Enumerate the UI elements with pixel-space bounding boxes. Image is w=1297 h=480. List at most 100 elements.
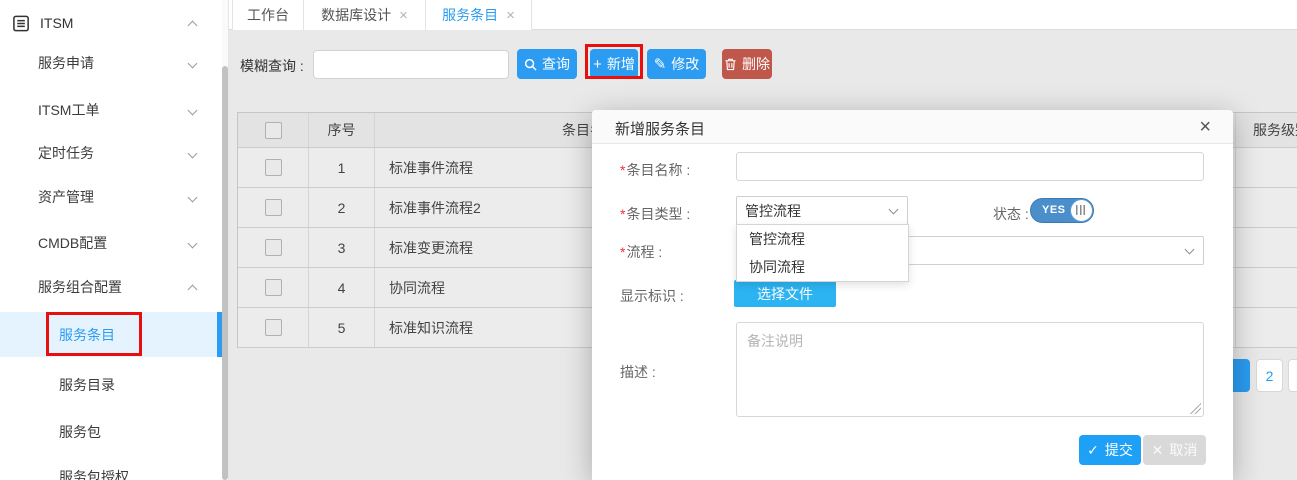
sidebar-item-asset-mgmt[interactable]: 资产管理 <box>0 182 222 212</box>
sidebar-item-label: CMDB配置 <box>38 233 189 253</box>
row-checkbox-cell <box>238 228 309 267</box>
submit-button[interactable]: ✓ 提交 <box>1079 435 1141 465</box>
sidebar: ITSM 服务申请 ITSM工单 定时任务 资产管理 CMDB配置 服务组合配置 <box>0 0 229 480</box>
select-all-checkbox[interactable] <box>265 122 282 139</box>
choose-file-button[interactable]: 选择文件 <box>734 280 836 307</box>
row-service-level <box>1236 268 1297 307</box>
dropdown-option-collab-flow[interactable]: 协同流程 <box>737 253 908 281</box>
check-icon: ✓ <box>1087 442 1099 459</box>
entry-type-dropdown: 管控流程 协同流程 <box>736 224 909 282</box>
dropdown-option-control-flow[interactable]: 管控流程 <box>737 225 908 253</box>
fuzzy-query-input[interactable] <box>313 50 509 79</box>
entry-name-input[interactable] <box>736 152 1204 181</box>
row-checkbox[interactable] <box>265 279 282 296</box>
modal-header: 新增服务条目 × <box>592 110 1233 144</box>
query-button[interactable]: 查询 <box>517 49 577 79</box>
chevron-down-icon <box>188 148 198 158</box>
row-checkbox-cell <box>238 268 309 307</box>
sidebar-item-service-package[interactable]: 服务包 <box>0 417 222 447</box>
chevron-down-icon <box>1185 245 1195 255</box>
chevron-up-icon <box>188 285 198 295</box>
sidebar-item-cmdb-config[interactable]: CMDB配置 <box>0 228 222 258</box>
chevron-down-icon <box>188 105 198 115</box>
pagination-page-2[interactable]: 2 <box>1256 359 1283 392</box>
tab-label: 工作台 <box>247 5 289 25</box>
sidebar-item-label: 服务条目 <box>59 325 222 345</box>
sidebar-scrollbar-thumb[interactable] <box>222 66 228 480</box>
tab-database-design[interactable]: 数据库设计 × <box>304 0 426 30</box>
chevron-down-icon <box>889 205 899 215</box>
row-service-level <box>1236 188 1297 227</box>
menu-list-icon <box>12 14 31 33</box>
sidebar-item-service-entry[interactable]: 服务条目 <box>0 320 222 350</box>
sidebar-item-label: 服务申请 <box>38 53 189 73</box>
add-service-entry-modal: 新增服务条目 × *条目名称 : *条目类型 : 管控流程 状态 : YES *… <box>592 110 1233 480</box>
fuzzy-query-label: 模糊查询 : <box>240 56 304 76</box>
row-checkbox-cell <box>238 148 309 187</box>
row-index: 3 <box>309 228 375 267</box>
edit-button[interactable]: ✎ 修改 <box>647 49 706 79</box>
entry-name-label: *条目名称 : <box>620 160 690 180</box>
trash-icon <box>724 57 737 71</box>
row-checkbox[interactable] <box>265 319 282 336</box>
entry-type-label: *条目类型 : <box>620 204 690 224</box>
tab-label: 服务条目 <box>442 5 498 25</box>
description-textarea[interactable] <box>736 322 1204 417</box>
status-label: 状态 : <box>993 204 1029 224</box>
sidebar-item-label: 资产管理 <box>38 187 189 207</box>
description-label: 描述 : <box>620 362 656 382</box>
row-checkbox-cell <box>238 188 309 227</box>
row-index: 4 <box>309 268 375 307</box>
row-checkbox[interactable] <box>265 199 282 216</box>
sidebar-item-service-package-auth[interactable]: 服务包授权 <box>0 462 222 480</box>
pencil-icon: ✎ <box>654 57 667 72</box>
tab-workbench[interactable]: 工作台 <box>232 0 304 30</box>
chevron-down-icon <box>188 58 198 68</box>
sidebar-item-itsm-ticket[interactable]: ITSM工单 <box>0 95 222 125</box>
x-icon: ✕ <box>1152 442 1164 459</box>
display-icon-label: 显示标识 : <box>620 286 684 306</box>
sidebar-item-service-request[interactable]: 服务申请 <box>0 48 222 78</box>
row-index: 5 <box>309 308 375 347</box>
plus-icon: + <box>593 57 602 72</box>
chevron-up-icon <box>188 21 198 31</box>
tab-service-entry[interactable]: 服务条目 × <box>426 0 532 30</box>
textarea-resize-grip[interactable] <box>1190 403 1201 414</box>
delete-button[interactable]: 删除 <box>722 49 772 79</box>
row-service-level <box>1236 148 1297 187</box>
tabbar: 工作台 数据库设计 × 服务条目 × <box>229 0 1297 30</box>
tab-label: 数据库设计 <box>321 5 391 25</box>
row-checkbox-cell <box>238 308 309 347</box>
sidebar-item-label: 服务包授权 <box>59 467 222 480</box>
header-checkbox-cell <box>238 113 309 147</box>
sidebar-item-scheduled-task[interactable]: 定时任务 <box>0 138 222 168</box>
tab-close-icon[interactable]: × <box>399 8 408 23</box>
tab-close-icon[interactable]: × <box>506 8 515 23</box>
row-checkbox[interactable] <box>265 239 282 256</box>
row-checkbox[interactable] <box>265 159 282 176</box>
sidebar-item-itsm-root[interactable]: ITSM <box>0 8 222 38</box>
entry-type-select[interactable]: 管控流程 <box>736 196 908 225</box>
row-service-level <box>1236 308 1297 347</box>
add-button[interactable]: + 新增 <box>590 49 638 79</box>
status-toggle[interactable]: YES <box>1030 198 1094 223</box>
cancel-button[interactable]: ✕ 取消 <box>1143 435 1206 465</box>
row-index: 2 <box>309 188 375 227</box>
sidebar-item-service-catalog[interactable]: 服务目录 <box>0 370 222 400</box>
sidebar-item-label: 服务组合配置 <box>38 277 189 297</box>
row-index: 1 <box>309 148 375 187</box>
toggle-yes-label: YES <box>1042 204 1066 216</box>
header-index: 序号 <box>309 113 375 147</box>
sidebar-item-label: 定时任务 <box>38 143 189 163</box>
sidebar-item-label: 服务目录 <box>59 375 222 395</box>
header-service-level: 服务级别 <box>1236 113 1297 147</box>
pagination-next-button[interactable]: ▶ <box>1288 359 1297 392</box>
modal-title: 新增服务条目 <box>615 118 705 139</box>
sidebar-item-label: ITSM工单 <box>38 100 189 120</box>
modal-close-icon[interactable]: × <box>1199 114 1211 140</box>
sidebar-item-service-combo-config[interactable]: 服务组合配置 <box>0 272 222 302</box>
flow-label: *流程 : <box>620 242 662 262</box>
toggle-knob[interactable] <box>1070 199 1093 222</box>
chevron-down-icon <box>188 238 198 248</box>
screen: ITSM 服务申请 ITSM工单 定时任务 资产管理 CMDB配置 服务组合配置 <box>0 0 1297 480</box>
